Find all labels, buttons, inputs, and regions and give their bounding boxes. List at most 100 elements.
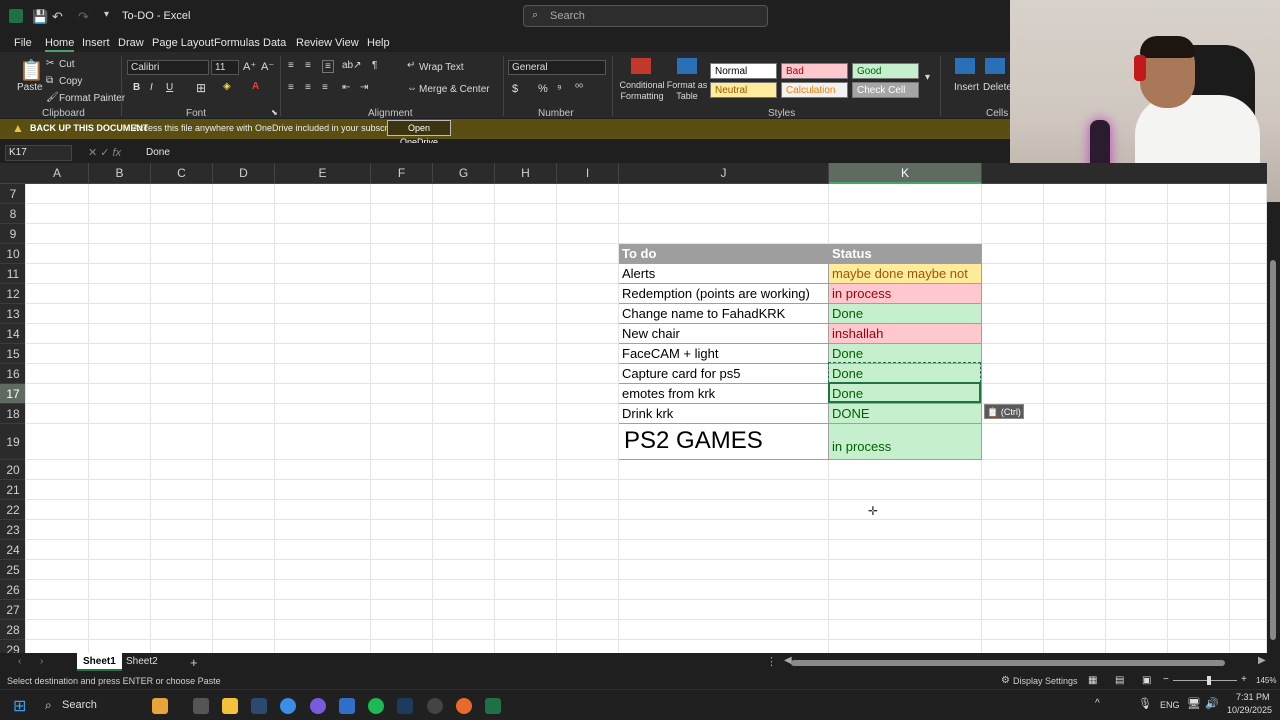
insert-cells-icon[interactable] (955, 58, 975, 74)
row-header-19[interactable]: 19 (0, 424, 26, 460)
row-header-10[interactable]: 10 (0, 244, 26, 264)
horizontal-scroll-thumb[interactable] (791, 660, 1225, 666)
wrap-text-button[interactable]: Wrap Text (419, 62, 464, 73)
row-header-17[interactable]: 17 (0, 384, 26, 404)
column-header-b[interactable]: B (89, 163, 151, 184)
task-cell[interactable]: Redemption (points are working) (619, 284, 829, 304)
row-header-27[interactable]: 27 (0, 600, 26, 620)
align-right-icon[interactable]: ≡ (322, 82, 328, 93)
tab-page-layout[interactable]: Page Layout (152, 37, 214, 49)
font-size-select[interactable]: 11 (211, 60, 239, 75)
row-header-23[interactable]: 23 (0, 520, 26, 540)
italic-icon[interactable]: I (150, 82, 153, 93)
decrease-indent-icon[interactable]: ⇤ (342, 82, 350, 93)
font-dialog-launcher-icon[interactable]: ⬊ (271, 108, 278, 117)
taskbar-search[interactable]: Search (62, 699, 97, 711)
add-sheet-icon[interactable]: + (190, 655, 198, 670)
paste-options-button[interactable]: 📋 (Ctrl) (984, 404, 1024, 419)
rtl-icon[interactable]: ¶ (372, 60, 377, 71)
row-header-12[interactable]: 12 (0, 284, 26, 304)
prev-sheet-icon[interactable]: ‹ (18, 656, 21, 667)
status-cell[interactable]: maybe done maybe not (829, 264, 982, 284)
comma-icon[interactable]: ⁹ (557, 83, 562, 95)
next-sheet-icon[interactable]: › (40, 656, 43, 667)
row-header-18[interactable]: 18 (0, 404, 26, 424)
column-header-h[interactable]: H (495, 163, 557, 184)
currency-icon[interactable]: $ (512, 83, 518, 95)
zoom-slider[interactable] (1173, 680, 1237, 681)
align-center-icon[interactable]: ≡ (305, 82, 311, 93)
copy-button[interactable]: Copy (59, 76, 82, 87)
normal-view-icon[interactable]: ▦ (1088, 675, 1097, 686)
table-header-todo[interactable]: To do (619, 244, 829, 264)
clock-date[interactable]: 10/29/2025 (1227, 705, 1272, 715)
row-header-8[interactable]: 8 (0, 204, 26, 224)
tab-review[interactable]: Review (296, 37, 332, 49)
cell-style-normal[interactable]: Normal (710, 63, 777, 79)
column-header-j[interactable]: J (619, 163, 829, 184)
increase-font-icon[interactable]: A⁺ (243, 60, 256, 73)
zoom-out-icon[interactable]: − (1163, 674, 1169, 685)
status-cell[interactable]: Done (829, 304, 982, 324)
scroll-right-icon[interactable]: ▶ (1258, 655, 1266, 666)
align-left-icon[interactable]: ≡ (288, 82, 294, 93)
format-as-table-button[interactable]: Format as Table (666, 80, 708, 102)
row-header-9[interactable]: 9 (0, 224, 26, 244)
row-header-15[interactable]: 15 (0, 344, 26, 364)
scroll-thumb[interactable] (1270, 260, 1276, 640)
open-onedrive-button[interactable]: Open OneDrive (387, 120, 451, 147)
align-bottom-icon[interactable]: ≡ (322, 60, 334, 73)
column-header-f[interactable]: F (371, 163, 433, 184)
paste-button[interactable]: Paste (17, 82, 43, 93)
row-header-29[interactable]: 29 (0, 640, 26, 653)
copy-icon[interactable]: ⧉ (46, 75, 53, 86)
task-cell[interactable]: PS2 GAMES (619, 424, 829, 460)
format-painter-button[interactable]: Format Painter (59, 93, 125, 104)
delete-button[interactable]: Delete (983, 82, 1012, 93)
cut-icon[interactable]: ✂ (46, 58, 54, 69)
conditional-formatting-button[interactable]: Conditional Formatting (618, 80, 666, 102)
outlook-icon[interactable] (339, 698, 355, 714)
merge-center-icon[interactable]: ⇔ (407, 83, 417, 94)
font-color-icon[interactable]: A (252, 81, 259, 92)
conditional-formatting-icon[interactable] (631, 58, 651, 74)
column-header-k[interactable]: K (829, 163, 982, 184)
delete-cells-icon[interactable] (985, 58, 1005, 74)
format-painter-icon[interactable]: 🖌 (46, 92, 59, 103)
network-icon[interactable]: 🖥 (1187, 697, 1201, 710)
underline-icon[interactable]: U (166, 82, 173, 93)
tab-draw[interactable]: Draw (118, 37, 144, 49)
column-header-c[interactable]: C (151, 163, 213, 184)
task-cell[interactable]: FaceCAM + light (619, 344, 829, 364)
search-highlight-icon[interactable] (152, 698, 168, 714)
align-top-icon[interactable]: ≡ (288, 60, 294, 71)
vertical-scrollbar[interactable] (1267, 202, 1280, 653)
steam-app-icon[interactable] (397, 698, 413, 714)
chrome-icon[interactable] (280, 698, 296, 714)
tab-sheet2[interactable]: Sheet2 (120, 653, 164, 671)
file-explorer-icon[interactable] (222, 698, 238, 714)
zoom-in-icon[interactable]: + (1241, 674, 1247, 685)
fill-color-icon[interactable]: ◈ (223, 81, 231, 92)
task-view-icon[interactable] (193, 698, 209, 714)
insert-button[interactable]: Insert (954, 82, 979, 93)
undo-icon[interactable]: ↶ (52, 9, 63, 25)
status-cell[interactable]: Done (829, 344, 982, 364)
status-cell[interactable]: inshallah (829, 324, 982, 344)
column-header-g[interactable]: G (433, 163, 495, 184)
row-header-25[interactable]: 25 (0, 560, 26, 580)
column-header-d[interactable]: D (213, 163, 275, 184)
task-cell[interactable]: Capture card for ps5 (619, 364, 829, 384)
cell-style-neutral[interactable]: Neutral (710, 82, 777, 98)
spotify-icon[interactable] (368, 698, 384, 714)
task-cell[interactable]: Change name to FahadKRK (619, 304, 829, 324)
increase-indent-icon[interactable]: ⇥ (360, 82, 368, 93)
column-header-a[interactable]: A (26, 163, 89, 184)
table-header-status[interactable]: Status (829, 244, 982, 264)
excel-taskbar-icon[interactable] (485, 698, 501, 714)
task-cell[interactable]: New chair (619, 324, 829, 344)
tab-help[interactable]: Help (367, 37, 390, 49)
tab-insert[interactable]: Insert (82, 37, 110, 49)
task-cell[interactable]: Alerts (619, 264, 829, 284)
name-box[interactable]: K17 (5, 145, 72, 161)
